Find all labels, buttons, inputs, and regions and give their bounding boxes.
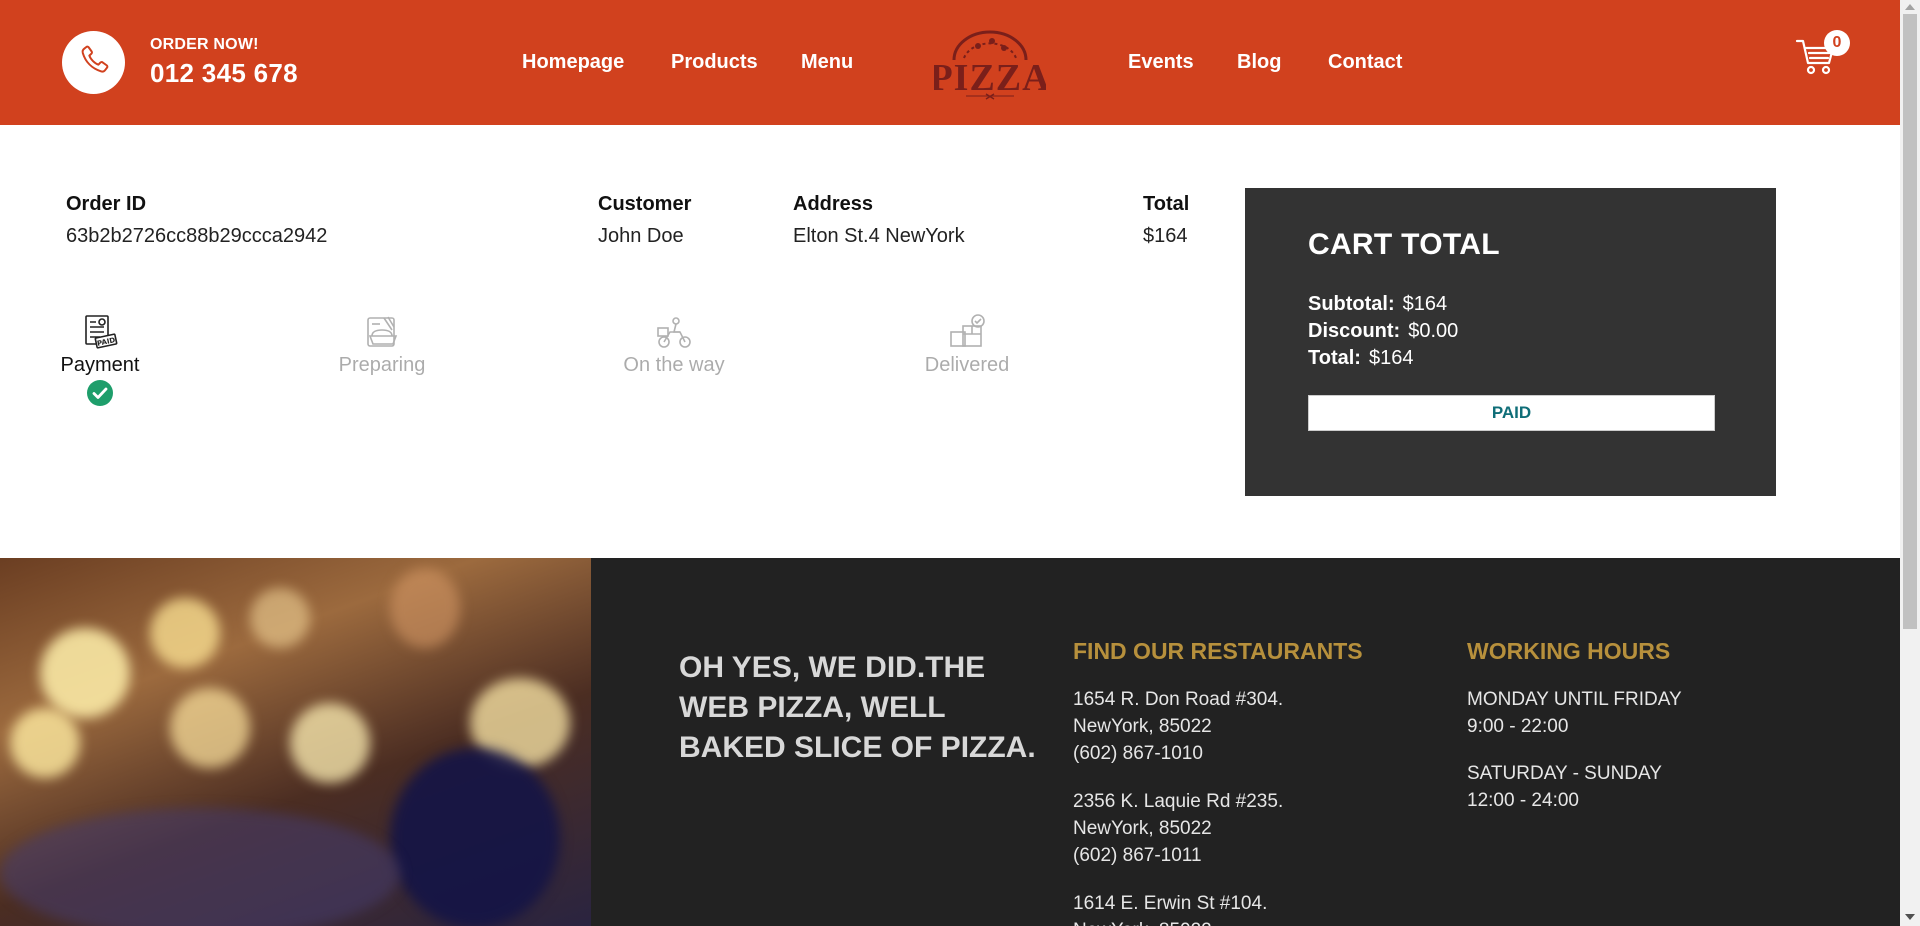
restaurant-2-city: NewYork, 85022: [1073, 818, 1212, 839]
footer-slogan: OH YES, WE DID.THE WEB PIZZA, WELL BAKED…: [679, 651, 1036, 764]
cart-count-badge: 0: [1824, 30, 1850, 56]
delivery-bike-icon: [654, 312, 694, 352]
hours-weekend: SATURDAY - SUNDAY 12:00 - 24:00: [1467, 760, 1662, 814]
restaurant-2-phone: (602) 867-1011: [1073, 845, 1202, 866]
footer: OH YES, WE DID.THE WEB PIZZA, WELL BAKED…: [0, 558, 1900, 926]
paid-receipt-icon: PAID: [80, 312, 120, 352]
status-step-delivered: Delivered: [907, 312, 1027, 377]
status-label-delivered: Delivered: [924, 354, 1010, 376]
svg-text:PIZZA: PIZZA: [934, 57, 1046, 99]
delivered-package-icon: [947, 312, 987, 352]
nav-link-events[interactable]: Events: [1128, 51, 1194, 74]
footer-bokeh-image: [0, 558, 591, 926]
order-id-header: Order ID: [66, 193, 147, 215]
nav-link-products[interactable]: Products: [671, 51, 758, 74]
restaurant-1-city: NewYork, 85022: [1073, 716, 1212, 737]
customer-header: Customer: [598, 193, 692, 215]
nav-link-blog[interactable]: Blog: [1237, 51, 1281, 74]
restaurant-1-phone: (602) 867-1010: [1073, 743, 1203, 764]
status-step-payment: PAID Payment: [40, 312, 160, 377]
restaurant-3-street: 1614 E. Erwin St #104.: [1073, 893, 1268, 914]
nav-link-menu[interactable]: Menu: [801, 51, 853, 74]
nav-link-contact[interactable]: Contact: [1328, 51, 1402, 74]
subtotal-row: Subtotal: $164: [1308, 293, 1447, 316]
scroll-down-arrow-icon[interactable]: [1905, 914, 1915, 920]
order-id-value: 63b2b2726cc88b29ccca2942: [66, 225, 328, 247]
hours-weekdays: MONDAY UNTIL FRIDAY 9:00 - 22:00: [1467, 686, 1682, 740]
hours-weekend-days: SATURDAY - SUNDAY: [1467, 763, 1662, 784]
working-hours-title: WORKING HOURS: [1467, 638, 1671, 664]
status-label-on-the-way: On the way: [623, 354, 725, 376]
discount-label: Discount:: [1308, 320, 1401, 342]
restaurant-1: 1654 R. Don Road #304. NewYork, 85022 (6…: [1073, 686, 1283, 767]
hours-weekdays-days: MONDAY UNTIL FRIDAY: [1467, 689, 1682, 710]
address-value: Elton St.4 NewYork: [793, 225, 965, 247]
hours-weekdays-time: 9:00 - 22:00: [1467, 716, 1569, 737]
order-now-label: ORDER NOW!: [150, 36, 259, 53]
nav-link-homepage[interactable]: Homepage: [522, 51, 624, 74]
total-label: Total:: [1308, 347, 1361, 369]
order-now-block: ORDER NOW! 012 345 678: [150, 36, 298, 89]
scrollbar-thumb[interactable]: [1903, 14, 1917, 629]
paid-button[interactable]: PAID: [1308, 395, 1715, 431]
customer-value: John Doe: [598, 225, 684, 247]
status-label-preparing: Preparing: [338, 354, 426, 376]
call-button[interactable]: [62, 31, 125, 94]
discount-row: Discount: $0.00: [1308, 320, 1458, 343]
shopping-cart-icon: [1795, 39, 1837, 82]
restaurant-3-city: NewYork, 85022: [1073, 917, 1267, 926]
telephone-icon: [77, 43, 111, 82]
scroll-up-arrow-icon[interactable]: [1905, 4, 1915, 10]
status-step-preparing: Preparing: [322, 312, 442, 377]
discount-value: $0.00: [1408, 320, 1459, 342]
total-row: Total: $164: [1308, 347, 1413, 370]
status-step-on-the-way: On the way: [614, 312, 734, 377]
cart-total-value: $164: [1368, 347, 1414, 369]
hours-weekend-time: 12:00 - 24:00: [1467, 790, 1579, 811]
restaurants-title: FIND OUR RESTAURANTS: [1073, 638, 1363, 664]
phone-number: 012 345 678: [150, 58, 298, 88]
restaurant-1-street: 1654 R. Don Road #304.: [1073, 689, 1284, 710]
cart-total-title: CART TOTAL: [1308, 228, 1500, 261]
cart-total-panel: CART TOTAL Subtotal: $164 Discount: $0.00 …: [1245, 188, 1776, 496]
status-label-payment: Payment: [60, 354, 140, 376]
address-header: Address: [793, 193, 874, 215]
restaurant-2-street: 2356 K. Laquie Rd #235.: [1073, 791, 1284, 812]
vertical-scrollbar[interactable]: [1900, 0, 1920, 926]
check-circle-icon: [87, 380, 113, 406]
restaurant-3: 1614 E. Erwin St #104. NewYork, 85022: [1073, 890, 1267, 926]
total-header: Total: [1143, 193, 1190, 215]
pizza-logo[interactable]: PIZZA: [929, 26, 1050, 102]
bake-icon: [362, 312, 402, 352]
subtotal-label: Subtotal:: [1308, 293, 1395, 315]
total-value: $164: [1143, 225, 1188, 247]
subtotal-value: $164: [1402, 293, 1448, 315]
restaurant-2: 2356 K. Laquie Rd #235. NewYork, 85022 (…: [1073, 788, 1283, 869]
navbar: ORDER NOW! 012 345 678 Homepage Products…: [0, 0, 1900, 125]
